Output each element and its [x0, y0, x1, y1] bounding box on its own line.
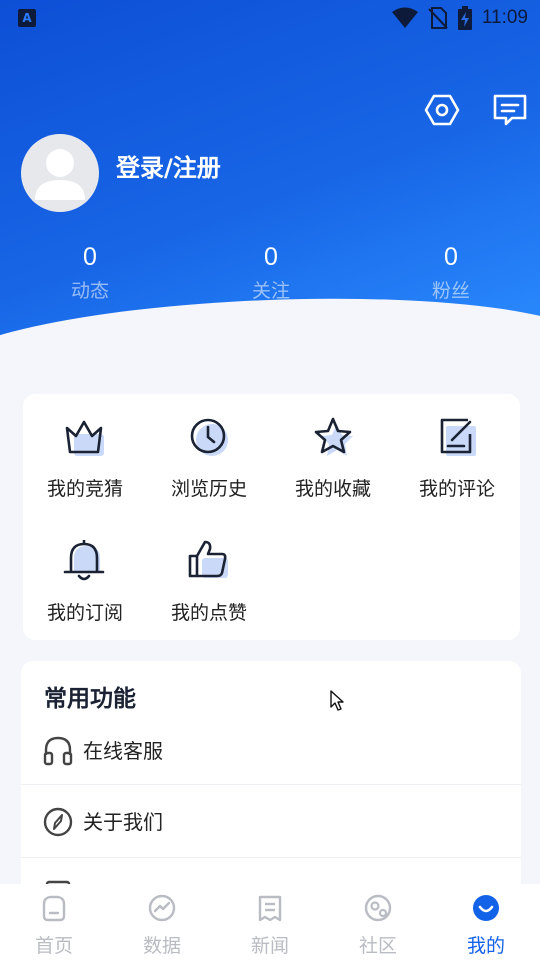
community-icon: [364, 894, 392, 922]
nav-label: 社区: [358, 935, 397, 957]
grid-item-label: 我的订阅: [46, 602, 123, 624]
stat-value: 0: [264, 243, 278, 271]
grid-item-history[interactable]: 浏览历史: [147, 394, 271, 504]
status-time: 11:09: [481, 7, 528, 28]
func-row-customer-service[interactable]: 在线客服: [21, 713, 521, 785]
stat-value: 0: [444, 243, 458, 271]
grid-item-comments[interactable]: 我的评论: [395, 394, 519, 504]
grid-item-label: 我的收藏: [294, 478, 371, 500]
status-bar: A 11:09: [0, 0, 540, 36]
nav-profile[interactable]: 我的: [432, 884, 540, 960]
profile-icon: [473, 895, 499, 921]
stat-posts[interactable]: 0 动态: [30, 240, 150, 303]
stat-following[interactable]: 0 关注: [211, 240, 331, 303]
common-functions-card: 常用功能 在线客服 关于我们: [21, 661, 521, 921]
nav-label: 新闻: [250, 935, 289, 957]
grid-item-guess[interactable]: 我的竞猜: [23, 394, 147, 504]
avatar[interactable]: [21, 134, 99, 212]
login-register-link[interactable]: 登录/注册: [116, 148, 221, 183]
compass-icon: [43, 807, 73, 837]
nav-label: 我的: [466, 935, 505, 957]
no-sim-icon: [428, 7, 448, 29]
grid-item-subscriptions[interactable]: 我的订阅: [23, 518, 147, 628]
message-icon[interactable]: [492, 92, 528, 128]
func-row-label: 在线客服: [83, 739, 163, 763]
app-notification-icon: A: [18, 9, 36, 27]
stat-value: 0: [83, 243, 97, 271]
stat-label: 动态: [70, 280, 109, 302]
stat-label: 关注: [251, 280, 290, 302]
nav-data[interactable]: 数据: [108, 884, 216, 960]
home-icon: [42, 895, 66, 922]
nav-label: 数据: [142, 935, 181, 957]
battery-charging-icon: [457, 6, 472, 30]
bottom-navigation: 首页 数据 新闻 社区 我的: [0, 884, 540, 960]
edit-icon: [440, 418, 476, 456]
grid-item-label: 我的竞猜: [46, 478, 123, 500]
profile-header: A 11:09 登录/注册 0 动态 0 关注 0 粉丝: [0, 0, 540, 345]
func-row-label: 关于我们: [83, 810, 163, 834]
nav-label: 首页: [34, 935, 73, 957]
nav-community[interactable]: 社区: [324, 884, 432, 960]
nav-news[interactable]: 新闻: [216, 884, 324, 960]
news-icon: [258, 895, 282, 922]
wifi-icon: [391, 7, 418, 28]
stat-label: 粉丝: [431, 280, 470, 302]
func-row-about-us[interactable]: 关于我们: [21, 786, 521, 858]
grid-item-likes[interactable]: 我的点赞: [147, 518, 271, 628]
stat-followers[interactable]: 0 粉丝: [391, 240, 511, 303]
crown-icon: [65, 420, 104, 456]
default-avatar-icon: [35, 149, 85, 200]
grid-item-label: 我的评论: [418, 478, 495, 500]
grid-item-label: 浏览历史: [170, 478, 247, 500]
clock-icon: [190, 418, 228, 456]
bell-icon: [63, 540, 105, 581]
section-title: 常用功能: [44, 686, 136, 712]
headset-icon: [43, 736, 73, 766]
shortcut-grid: 我的竞猜 浏览历史 我的收藏 我的评论 我的订阅 我的点赞: [23, 394, 520, 640]
thumbs-up-icon: [188, 540, 228, 578]
settings-icon[interactable]: [424, 92, 460, 128]
mouse-cursor-icon: [330, 690, 344, 711]
star-icon: [314, 417, 353, 456]
grid-item-label: 我的点赞: [170, 602, 247, 624]
chart-icon: [148, 894, 176, 922]
nav-home[interactable]: 首页: [0, 884, 108, 960]
grid-item-favorites[interactable]: 我的收藏: [271, 394, 395, 504]
